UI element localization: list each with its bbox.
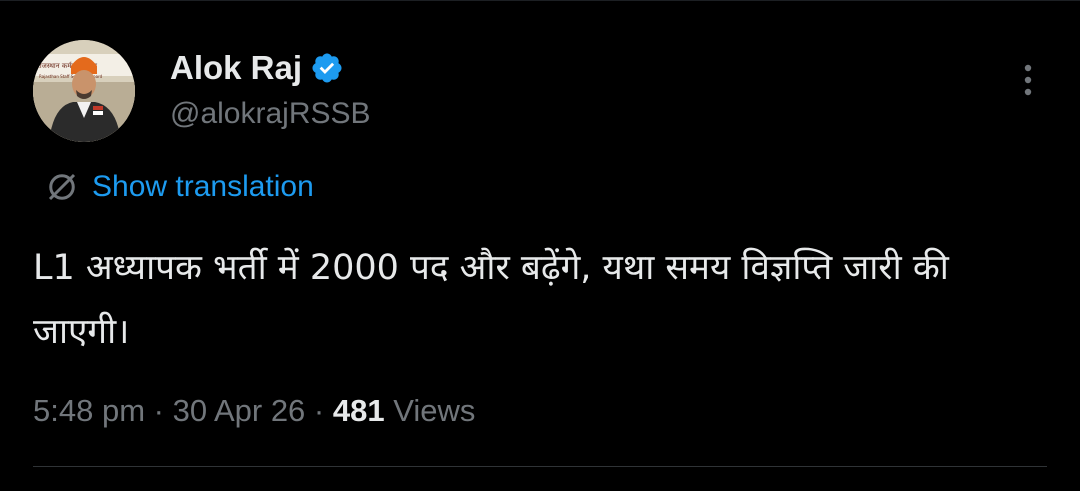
views-label[interactable]: Views <box>385 393 475 428</box>
tweet-metadata: 5:48 pm · 30 Apr 26 · 481 Views <box>33 388 475 434</box>
name-row: Alok Raj <box>170 46 371 90</box>
verified-badge-icon[interactable] <box>310 51 344 85</box>
tweet-date[interactable]: 30 Apr 26 <box>173 393 306 428</box>
profile-photo-icon: राजस्थान कर्मचारी चयन Rajasthan Staff Se… <box>33 40 135 142</box>
more-vertical-icon <box>1024 64 1032 96</box>
author-display-name[interactable]: Alok Raj <box>170 46 302 90</box>
bottom-divider <box>33 466 1047 467</box>
tweet-time[interactable]: 5:48 pm <box>33 393 145 428</box>
top-divider <box>0 0 1080 1</box>
meta-separator: · <box>305 393 333 428</box>
tweet-text: L1 अध्यापक भर्ती में 2000 पद और बढ़ेंगे,… <box>33 248 949 352</box>
translate-globe-icon <box>48 173 76 201</box>
author-handle[interactable]: @alokrajRSSB <box>170 92 371 136</box>
show-translation-label[interactable]: Show translation <box>92 166 314 208</box>
show-translation-button[interactable]: Show translation <box>44 166 314 208</box>
views-count[interactable]: 481 <box>333 393 385 428</box>
avatar[interactable]: राजस्थान कर्मचारी चयन Rajasthan Staff Se… <box>33 40 135 142</box>
author-block: Alok Raj @alokrajRSSB <box>170 46 371 136</box>
more-options-button[interactable] <box>1008 60 1048 100</box>
meta-separator: · <box>145 393 173 428</box>
